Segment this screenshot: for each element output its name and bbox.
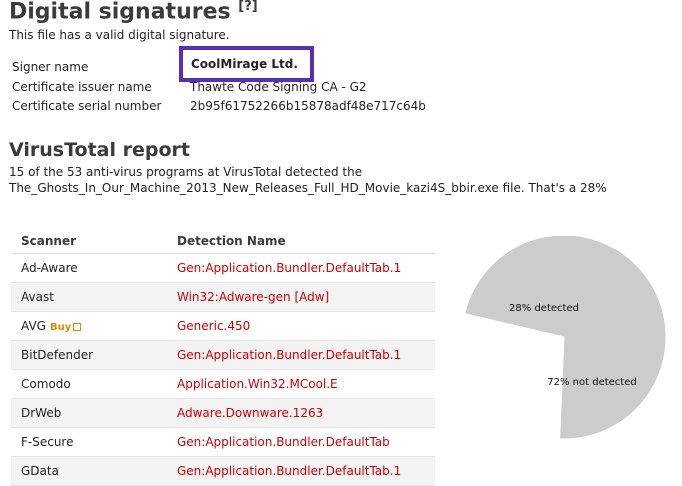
detection-name: Win32:Adware-gen [Adw] [167, 282, 435, 312]
table-row: DrWeb Adware.Downware.1263 [11, 398, 435, 428]
help-link[interactable]: [?] [238, 0, 257, 14]
signature-status: This file has a valid digital signature. [9, 28, 230, 42]
scanner-name: AVG [21, 319, 46, 333]
table-row: GData Gen:Application.Bundler.DefaultTab… [11, 456, 435, 486]
scanner-table: Scanner Detection Name Ad-Aware Gen:Appl… [11, 228, 435, 486]
column-scanner: Scanner [11, 228, 167, 254]
issuer-label: Certificate issuer name [12, 80, 152, 94]
scanner-name: Avast [11, 282, 167, 312]
detection-name: Gen:Application.Bundler.DefaultTab.1 [167, 253, 435, 283]
scanner-name-cell: AVG Buy [11, 311, 167, 341]
pie-slice-label: 72% not detected [547, 377, 636, 388]
detection-name: Adware.Downware.1263 [167, 398, 435, 428]
signer-name-row: Signer name [12, 60, 190, 74]
table-row: F-Secure Gen:Application.Bundler.Default… [11, 427, 435, 457]
report-summary-line-1: 15 of the 53 anti-virus programs at Viru… [9, 165, 363, 179]
report-summary-line-2: The_Ghosts_In_Our_Machine_2013_New_Relea… [9, 181, 607, 195]
detection-name: Application.Win32.MCool.E [167, 369, 435, 399]
detection-name: Gen:Application.Bundler.DefaultTab [167, 427, 435, 457]
detection-name: Generic.450 [167, 311, 435, 341]
scanner-name: GData [11, 456, 167, 486]
signer-name-value: CoolMirage Ltd. [191, 57, 298, 71]
issuer-value: Thawte Code Signing CA - G2 [190, 80, 367, 94]
scanner-name: DrWeb [11, 398, 167, 428]
detection-name: Gen:Application.Bundler.DefaultTab.1 [167, 340, 435, 370]
signer-name-highlight: CoolMirage Ltd. [179, 46, 314, 82]
scanner-name: Ad-Aware [11, 253, 167, 283]
column-detection-name: Detection Name [167, 228, 435, 254]
detection-pie-chart: 28% detected 72% not detected [464, 236, 667, 440]
serial-label: Certificate serial number [12, 99, 162, 113]
table-row: Ad-Aware Gen:Application.Bundler.Default… [11, 253, 435, 283]
table-row: Avast Win32:Adware-gen [Adw] [11, 282, 435, 312]
table-row: Comodo Application.Win32.MCool.E [11, 369, 435, 399]
scanner-name: BitDefender [11, 340, 167, 370]
external-link-icon[interactable] [73, 323, 82, 331]
buy-link[interactable]: Buy [50, 322, 71, 333]
signer-name-label: Signer name [12, 60, 89, 74]
detection-name: Gen:Application.Bundler.DefaultTab.1 [167, 456, 435, 486]
serial-value: 2b95f61752266b15878adf48e717c64b [190, 99, 426, 113]
table-row: BitDefender Gen:Application.Bundler.Defa… [11, 340, 435, 370]
serial-row: Certificate serial number 2b95f61752266b1… [12, 99, 426, 113]
issuer-row: Certificate issuer name Thawte Code Signi… [12, 80, 367, 94]
signatures-heading: Digital signatures [?] [9, 0, 258, 25]
table-row: AVG Buy Generic.450 [11, 311, 435, 341]
virustotal-heading: VirusTotal report [9, 139, 190, 161]
table-header: Scanner Detection Name [11, 228, 435, 254]
pie-slice [464, 236, 667, 440]
scanner-name: Comodo [11, 369, 167, 399]
pie-slice-label: 28% detected [509, 303, 579, 314]
scanner-name: F-Secure [11, 427, 167, 457]
